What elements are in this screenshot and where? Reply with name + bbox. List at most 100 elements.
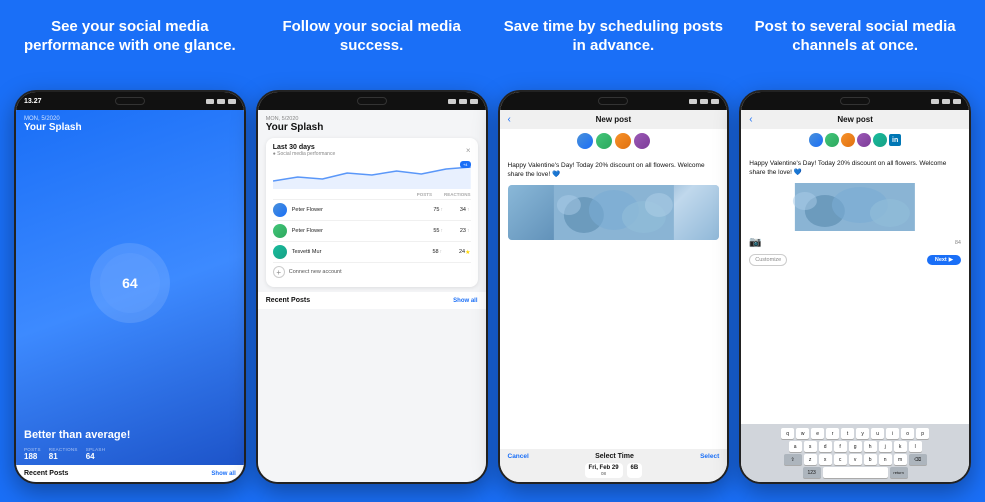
key-j[interactable]: j bbox=[879, 441, 892, 452]
s2-title: Your Splash bbox=[266, 122, 478, 133]
screens-container: See your social media performance with o… bbox=[0, 0, 985, 502]
battery-icon bbox=[228, 99, 236, 104]
s4-next-arrow: ▶ bbox=[949, 257, 953, 263]
s3-content-area: Happy Valentine's Day! Today 20% discoun… bbox=[500, 153, 728, 449]
s4-customize-button[interactable]: Customize bbox=[749, 254, 787, 266]
key-y[interactable]: y bbox=[856, 428, 869, 439]
key-t[interactable]: t bbox=[841, 428, 854, 439]
s4-image bbox=[749, 183, 961, 231]
signal-icon bbox=[206, 99, 214, 104]
s3-bottom-row: Cancel Select Time Select bbox=[508, 453, 720, 460]
key-g[interactable]: g bbox=[849, 441, 862, 452]
notch-pill bbox=[115, 97, 145, 105]
s4-keyboard: q w e r t y u i o p a s d bbox=[741, 424, 969, 482]
s2-chart: +4 bbox=[273, 161, 471, 189]
s2-name-2: Peter Flower bbox=[292, 228, 418, 234]
s4-next-label: Next bbox=[935, 257, 947, 263]
s2-recent-label: Recent Posts bbox=[266, 297, 310, 304]
status-icons-4 bbox=[931, 99, 961, 104]
key-h[interactable]: h bbox=[864, 441, 877, 452]
key-n[interactable]: n bbox=[879, 454, 892, 465]
s2-posts-3: 58 bbox=[417, 249, 439, 255]
panel-3-headline: Save time by scheduling posts in advance… bbox=[498, 18, 730, 80]
panel-3: Save time by scheduling posts in advance… bbox=[498, 18, 730, 484]
key-b[interactable]: b bbox=[864, 454, 877, 465]
keyboard-row-1: q w e r t y u i o p bbox=[745, 428, 965, 439]
key-w[interactable]: w bbox=[796, 428, 809, 439]
s2-show-all-link[interactable]: Show all bbox=[453, 298, 477, 304]
wifi-icon-3 bbox=[700, 99, 708, 104]
key-p[interactable]: p bbox=[916, 428, 929, 439]
s4-avatar-4 bbox=[857, 133, 871, 147]
s1-circle-outer: 64 bbox=[90, 243, 170, 323]
s2-col-posts: POSTS bbox=[417, 192, 432, 197]
key-space[interactable] bbox=[823, 467, 888, 478]
s2-arrow-2: ↑ bbox=[441, 228, 444, 234]
key-c[interactable]: c bbox=[834, 454, 847, 465]
notch-pill-3 bbox=[598, 97, 628, 105]
notch-bar-3 bbox=[500, 92, 728, 110]
key-q[interactable]: q bbox=[781, 428, 794, 439]
s2-connect-row[interactable]: + Connect new account bbox=[273, 262, 471, 281]
s1-stat-posts-value: 188 bbox=[24, 452, 41, 461]
key-e[interactable]: e bbox=[811, 428, 824, 439]
panel-1-headline: See your social media performance with o… bbox=[14, 18, 246, 80]
s4-action-row: Customize Next ▶ bbox=[749, 254, 961, 266]
screen4-body: ‹ New post i n Happy Valentine's Day! Tod… bbox=[741, 110, 969, 482]
status-icons bbox=[206, 99, 236, 104]
key-z[interactable]: z bbox=[804, 454, 817, 465]
key-i[interactable]: i bbox=[886, 428, 899, 439]
s2-name-1: Peter Flower bbox=[292, 207, 418, 213]
s2-chart-badge: +4 bbox=[460, 161, 471, 168]
key-m[interactable]: m bbox=[894, 454, 907, 465]
wifi-icon-2 bbox=[459, 99, 467, 104]
s2-row-3: Tesvetti Mur 58 ↑ 24 ★ bbox=[273, 241, 471, 262]
s1-title: Your Splash bbox=[24, 122, 236, 133]
s1-bottom: Recent Posts Show all bbox=[16, 465, 244, 482]
time-display: 13.27 bbox=[24, 98, 42, 105]
s3-avatar-1 bbox=[577, 133, 593, 149]
key-o[interactable]: o bbox=[901, 428, 914, 439]
key-r[interactable]: r bbox=[826, 428, 839, 439]
screen3-body: ‹ New post Happy Valentine's Day! Today … bbox=[500, 110, 728, 482]
s3-select-time-label: Select Time bbox=[595, 453, 634, 460]
notch-bar-4 bbox=[741, 92, 969, 110]
s1-stat-splash: SPLASH 64 bbox=[86, 447, 106, 461]
key-d[interactable]: d bbox=[819, 441, 832, 452]
s3-cancel-button[interactable]: Cancel bbox=[508, 453, 529, 460]
key-v[interactable]: v bbox=[849, 454, 862, 465]
s2-card-header-text: Last 30 days ● Social media performance bbox=[273, 144, 336, 157]
key-k[interactable]: k bbox=[894, 441, 907, 452]
s4-camera-icon[interactable]: 📷 bbox=[749, 237, 761, 248]
s3-time-slot-2[interactable]: 6B bbox=[627, 463, 643, 478]
s4-content-area: Happy Valentine's Day! Today 20% discoun… bbox=[741, 151, 969, 424]
key-u[interactable]: u bbox=[871, 428, 884, 439]
s3-select-button[interactable]: Select bbox=[700, 453, 719, 460]
notch-pill-4 bbox=[840, 97, 870, 105]
s4-top-title: New post bbox=[837, 115, 873, 124]
key-f[interactable]: f bbox=[834, 441, 847, 452]
s2-posts-2: 55 bbox=[418, 228, 440, 234]
screen2-body: MON, 5/2020 Your Splash Last 30 days ● S… bbox=[258, 110, 486, 482]
key-a[interactable]: a bbox=[789, 441, 802, 452]
s4-next-button[interactable]: Next ▶ bbox=[927, 255, 961, 265]
s2-card-header: Last 30 days ● Social media performance … bbox=[273, 144, 471, 157]
s2-close-button[interactable]: × bbox=[466, 146, 471, 155]
key-backspace[interactable]: ⌫ bbox=[909, 454, 927, 465]
key-123[interactable]: 123 bbox=[803, 467, 821, 478]
phone-mockup-1: 13.27 MON, 5/2020 Your Splash 64 bbox=[14, 90, 246, 484]
signal-icon-3 bbox=[689, 99, 697, 104]
s1-better: Better than average! bbox=[24, 429, 236, 441]
s2-avatar-2 bbox=[273, 224, 287, 238]
key-s[interactable]: s bbox=[804, 441, 817, 452]
key-shift[interactable]: ⇧ bbox=[784, 454, 802, 465]
s3-time-slot-1[interactable]: Fri, Feb 29 08 bbox=[585, 463, 623, 478]
s4-back-button[interactable]: ‹ bbox=[749, 114, 752, 125]
wifi-icon-4 bbox=[942, 99, 950, 104]
key-l[interactable]: l bbox=[909, 441, 922, 452]
s1-show-all-link[interactable]: Show all bbox=[211, 471, 235, 477]
key-return[interactable]: return bbox=[890, 467, 908, 478]
phone-mockup-2: MON, 5/2020 Your Splash Last 30 days ● S… bbox=[256, 90, 488, 484]
s3-back-button[interactable]: ‹ bbox=[508, 114, 511, 125]
key-x[interactable]: x bbox=[819, 454, 832, 465]
